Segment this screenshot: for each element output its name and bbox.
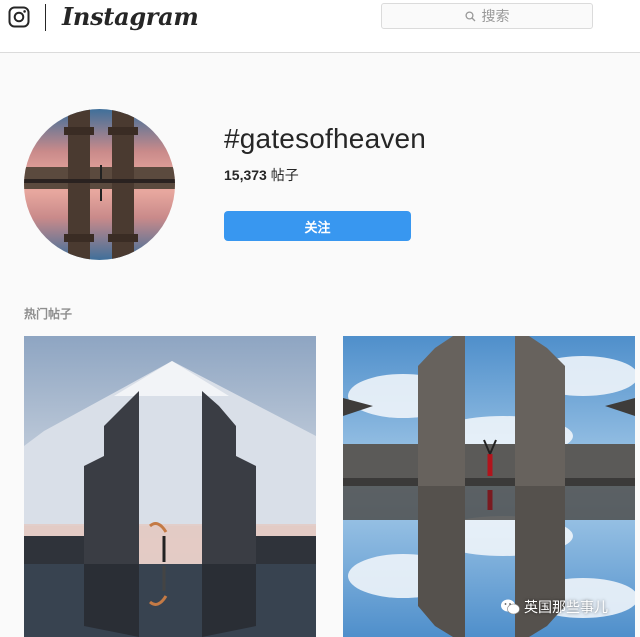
hashtag-avatar-image (24, 109, 175, 260)
logo-divider (45, 4, 46, 31)
search-placeholder: 搜索 (481, 8, 510, 24)
post-count: 15,373 帖子 (224, 165, 299, 185)
temple-gate-clouds-photo[interactable] (343, 336, 635, 637)
follow-button[interactable]: 关注 (224, 211, 411, 241)
hashtag-title: #gatesofheaven (224, 123, 427, 154)
watermark-text: 英国那些事儿 (524, 599, 608, 615)
post-count-number: 15,373 (224, 167, 267, 183)
search-icon (464, 10, 475, 21)
temple-gate-mountain-photo[interactable] (24, 336, 316, 637)
wechat-icon (501, 599, 520, 615)
watermark: 英国那些事儿 (500, 597, 608, 617)
top-navigation-bar: Instagram 搜索 (0, 0, 640, 53)
search-input[interactable]: 搜索 (381, 3, 593, 29)
top-posts-heading: 热门帖子 (24, 307, 73, 321)
instagram-camera-icon[interactable] (8, 6, 30, 28)
post-count-label: 帖子 (270, 167, 299, 183)
instagram-wordmark[interactable]: Instagram (62, 2, 199, 31)
